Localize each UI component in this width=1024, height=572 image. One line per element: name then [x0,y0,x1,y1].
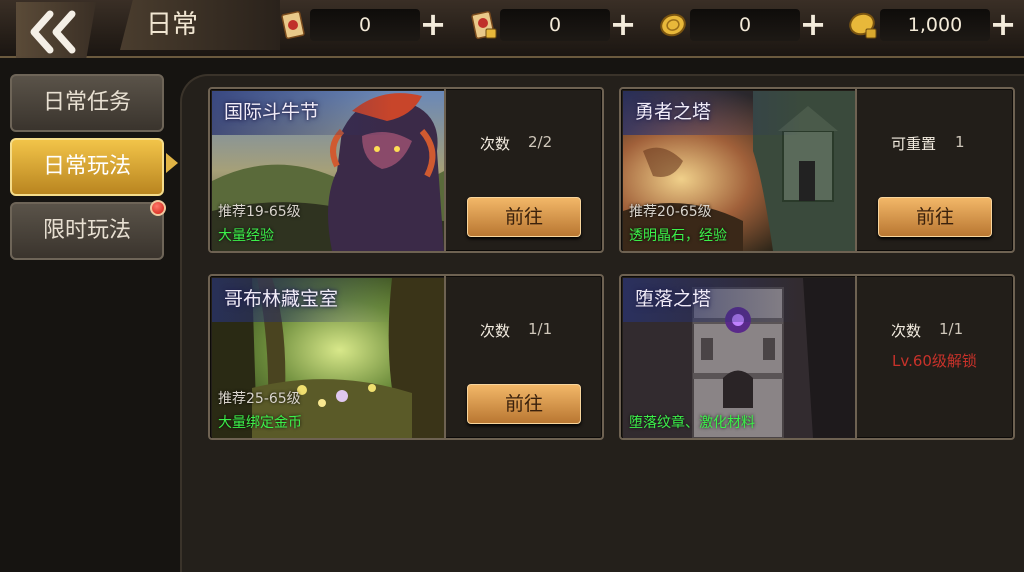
count-value: 1 [955,133,965,151]
go-button[interactable]: 前往 [878,197,992,237]
activity-card-fallen-tower: 堕落之塔 堕落纹章、激化材料 次数 1/1 Lv.60级解锁 [619,274,1015,440]
tab-limited-play[interactable]: 限时玩法 [10,202,164,260]
count-value: 2/2 [528,133,553,151]
reward-text: 大量绑定金币 [218,415,302,431]
add-currency-button[interactable]: + [608,8,638,40]
active-tab-arrow [166,153,178,173]
scroll-icon [281,11,305,39]
count-value: 1/1 [939,320,964,338]
count-label: 可重置 [891,135,937,153]
daily-screen: 日常 0 + 0 + 0 + 1,000 + 日常任务 日常玩法 限时玩法 国际… [0,0,1024,572]
add-currency-button[interactable]: + [988,8,1018,40]
divider [855,89,857,251]
reward-text: 透明晶石，经验 [629,228,727,244]
activity-name: 国际斗牛节 [224,101,320,123]
page-title: 日常 [120,0,280,50]
recommended-level: 推荐20-65级 [629,204,712,220]
divider [855,276,857,438]
currency-value: 1,000 [880,9,990,41]
currency-gold: 0 + [656,8,836,41]
activity-card-goblin-treasury: 哥布林藏宝室 推荐25-65级 大量绑定金币 次数 1/1 前往 [208,274,604,440]
activity-card-bullfight: 国际斗牛节 推荐19-65级 大量经验 次数 2/2 前往 [208,87,604,253]
unlock-requirement: Lv.60级解锁 [892,352,977,370]
tab-daily-play[interactable]: 日常玩法 [10,138,164,196]
add-currency-button[interactable]: + [418,8,448,40]
gold-coin-icon [660,13,686,37]
currency-locked-gold: 1,000 + [846,8,1024,41]
tab-daily-tasks[interactable]: 日常任务 [10,74,164,132]
reward-text: 堕落纹章、激化材料 [629,415,755,431]
add-currency-button[interactable]: + [798,8,828,40]
locked-scroll-icon [471,11,497,39]
count-value: 1/1 [528,320,553,338]
count-label: 次数 [480,135,511,153]
count-label: 次数 [891,322,922,340]
notification-dot [150,200,166,216]
activity-name: 堕落之塔 [635,288,712,310]
count-label: 次数 [480,322,511,340]
activity-card-hero-tower: 勇者之塔 推荐20-65级 透明晶石，经验 可重置 1 前往 [619,87,1015,253]
divider [444,276,446,438]
locked-gold-coin-icon [849,12,877,39]
activity-name: 勇者之塔 [635,101,712,123]
currency-value: 0 [500,9,610,41]
currency-value: 0 [690,9,800,41]
top-bar: 日常 0 + 0 + 0 + 1,000 + [0,0,1024,58]
activity-name: 哥布林藏宝室 [224,288,339,310]
currency-locked-scroll: 0 + [466,8,646,41]
back-button[interactable] [16,2,96,58]
go-button[interactable]: 前往 [467,384,581,424]
reward-text: 大量经验 [218,228,274,244]
go-button[interactable]: 前往 [467,197,581,237]
divider [444,89,446,251]
recommended-level: 推荐19-65级 [218,204,301,220]
currency-scroll: 0 + [276,8,456,41]
currency-value: 0 [310,9,420,41]
recommended-level: 推荐25-65级 [218,391,301,407]
double-chevron-left-icon [30,10,76,54]
